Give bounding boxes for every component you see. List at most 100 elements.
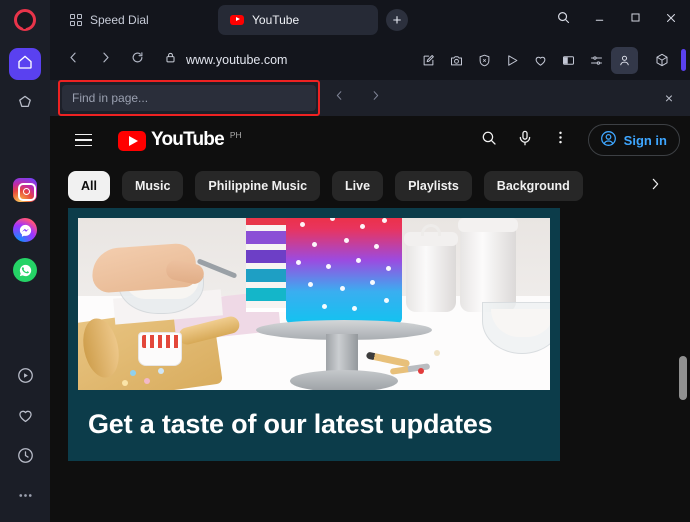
browser-window: Speed Dial YouTube + www.youtube.com Fin… [0,0,690,522]
find-in-page-bar: × [50,80,690,116]
url-field[interactable]: www.youtube.com [154,46,413,74]
chevron-right-icon [647,176,663,197]
sidebar-accent-bar [681,49,686,71]
new-tab-button[interactable]: + [386,9,408,31]
tab-bar: Speed Dial YouTube + [50,0,690,40]
chip-label: Philippine Music [208,179,308,193]
tab-youtube[interactable]: YouTube [218,5,378,35]
find-input-wrapper [58,80,320,116]
vertical-dots-icon [552,129,569,151]
play-circle-icon [16,366,35,390]
chip-all[interactable]: All [68,171,110,201]
back-button[interactable] [58,46,88,74]
sidebar-item-heart[interactable] [9,402,41,434]
heart-icon [16,406,35,430]
sidebar-item-messenger[interactable] [9,214,41,246]
close-button[interactable] [654,5,688,35]
chip-music[interactable]: Music [121,171,184,201]
edit-note-icon[interactable] [415,47,442,74]
find-input[interactable] [62,85,316,111]
whatsapp-icon [13,258,37,282]
back-arrow-icon [66,50,81,70]
promo-banner[interactable]: Get a taste of our latest updates [68,208,560,461]
chip-playlists[interactable]: Playlists [395,171,472,201]
reload-button[interactable] [122,46,152,74]
hamburger-menu-icon[interactable] [68,125,98,155]
sign-in-label: Sign in [623,132,667,148]
youtube-page: YouTube PH Sign in All Music Philippine … [50,116,690,522]
search-icon [480,129,498,152]
minimize-icon [593,11,606,29]
find-next-button[interactable] [362,85,388,111]
chip-label: Background [496,179,570,193]
maximize-icon [629,11,642,29]
clock-icon [16,446,35,470]
browser-main: Speed Dial YouTube + www.youtube.com Fin… [50,0,690,522]
close-icon [664,11,678,30]
chip-label: Live [345,179,371,193]
sidebar-item-player[interactable] [9,362,41,394]
ad-blocker-shield-icon[interactable] [471,47,498,74]
sidebar-item-favorites[interactable] [9,88,41,120]
chip-live[interactable]: Live [332,171,384,201]
sidebar-item-history[interactable] [9,442,41,474]
minimize-button[interactable] [582,5,616,35]
opera-logo-icon [14,9,36,31]
find-close-button[interactable]: × [656,85,682,111]
easy-setup-sliders-icon[interactable] [583,47,610,74]
sidebar-item-home[interactable] [9,48,41,80]
url-text: www.youtube.com [186,53,288,67]
plus-icon: + [392,11,402,29]
filter-chips-row: All Music Philippine Music Live Playlist… [50,164,690,208]
home-icon [16,53,34,76]
page-scroll-area: Get a taste of our latest updates [50,208,690,522]
tab-speed-dial[interactable]: Speed Dial [58,5,218,35]
youtube-logo-text: YouTube [151,129,225,150]
cake-decorating-photo [78,218,550,390]
cube-extension-icon[interactable] [648,47,675,74]
chips-next-button[interactable] [640,171,670,201]
sidebar-item-more[interactable] [9,482,41,514]
tab-title: YouTube [252,13,300,27]
youtube-settings-button[interactable] [544,123,578,157]
sign-in-button[interactable]: Sign in [587,124,680,156]
find-previous-button[interactable] [326,85,352,111]
youtube-voice-search-button[interactable] [508,123,542,157]
page-scrollbar-thumb[interactable] [679,356,687,400]
sidebar-item-instagram[interactable] [9,174,41,206]
star-pentagon-icon [16,93,34,116]
banner-title: Get a taste of our latest updates [88,409,493,439]
vpn-send-icon[interactable] [499,47,526,74]
heart-icon[interactable] [527,47,554,74]
page-scrollbar[interactable] [679,208,687,522]
youtube-header-actions: Sign in [472,123,680,157]
snapshot-camera-icon[interactable] [443,47,470,74]
youtube-search-button[interactable] [472,123,506,157]
youtube-header: YouTube PH Sign in [50,116,690,164]
youtube-favicon [230,15,244,25]
tab-search-button[interactable] [546,5,580,35]
sidebar-bottom-group [9,354,41,522]
chip-label: Music [134,179,171,193]
chip-philippine-music[interactable]: Philippine Music [195,171,321,201]
forward-button[interactable] [90,46,120,74]
youtube-country-code: PH [229,130,242,140]
chip-background[interactable]: Background [483,171,583,201]
search-icon [556,10,571,30]
chip-label: All [81,179,97,193]
youtube-logo[interactable]: YouTube PH [118,129,242,151]
padlock-icon[interactable] [164,51,177,69]
chevron-right-icon [369,89,382,107]
chevron-left-icon [333,89,346,107]
forward-arrow-icon [98,50,113,70]
profile-person-icon[interactable] [611,46,638,74]
sidebar-panel-icon[interactable] [555,47,582,74]
sidebar-item-whatsapp[interactable] [9,254,41,286]
opera-logo[interactable] [0,0,50,40]
address-bar: www.youtube.com [50,40,690,80]
cake [286,218,402,324]
microphone-icon [516,129,534,152]
close-icon: × [664,90,674,106]
messenger-icon [13,218,37,242]
maximize-button[interactable] [618,5,652,35]
